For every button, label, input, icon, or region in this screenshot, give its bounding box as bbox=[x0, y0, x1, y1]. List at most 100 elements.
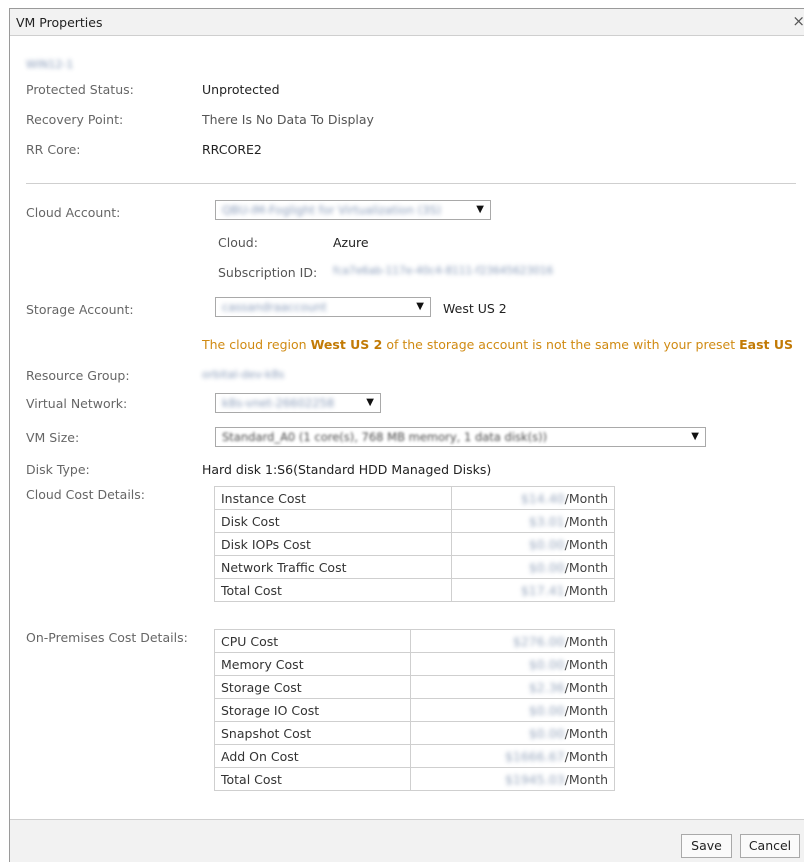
disk-type-value: Hard disk 1:S6(Standard HDD Managed Disk… bbox=[202, 462, 492, 477]
table-row: Disk Cost $3.01/Month bbox=[213, 509, 615, 533]
cost-amount: $17.41/Month bbox=[451, 578, 615, 602]
cost-unit: /Month bbox=[564, 513, 608, 529]
table-row: Storage Cost $2.36/Month bbox=[214, 675, 615, 699]
cost-unit: /Month bbox=[564, 702, 608, 718]
chevron-down-icon: ▼ bbox=[476, 204, 484, 215]
cost-amount: $3.01/Month bbox=[451, 509, 615, 533]
disk-type-label: Disk Type: bbox=[26, 462, 90, 477]
cost-unit: /Month bbox=[564, 725, 608, 741]
save-button[interactable]: Save bbox=[681, 834, 732, 858]
onprem-cost-details-label: On-Premises Cost Details: bbox=[26, 630, 188, 645]
cost-unit: /Month bbox=[564, 490, 608, 506]
table-row: Storage IO Cost $0.00/Month bbox=[214, 698, 615, 722]
cancel-button[interactable]: Cancel bbox=[740, 834, 800, 858]
table-row: Snapshot Cost $0.00/Month bbox=[214, 721, 615, 745]
cost-unit: /Month bbox=[564, 559, 608, 575]
virtual-network-label: Virtual Network: bbox=[26, 396, 128, 411]
cost-unit: /Month bbox=[564, 771, 608, 787]
cost-name: Total Cost bbox=[213, 578, 453, 602]
cost-name: CPU Cost bbox=[214, 629, 411, 653]
storage-account-select[interactable]: cassandraaccount ▼ bbox=[215, 297, 431, 317]
storage-region: West US 2 bbox=[443, 301, 507, 316]
resource-group-label: Resource Group: bbox=[26, 368, 130, 383]
protected-status-value: Unprotected bbox=[202, 82, 280, 97]
subscription-id-value: fca7e6ab-117e-40c4-8111-f23645623016 bbox=[333, 265, 554, 277]
cost-name: Network Traffic Cost bbox=[213, 555, 453, 579]
cost-amount-value: $0.00 bbox=[528, 725, 565, 741]
cost-name: Add On Cost bbox=[214, 744, 411, 768]
cost-amount: $0.00/Month bbox=[451, 555, 615, 579]
table-row: Total Cost $1945.03/Month bbox=[214, 767, 615, 791]
cost-amount-value: $2.36 bbox=[528, 679, 565, 695]
cost-amount-value: $1666.67 bbox=[504, 748, 565, 764]
cost-amount-value: $17.41 bbox=[520, 582, 565, 598]
vm-name: WIN12-1 bbox=[26, 58, 74, 71]
close-icon[interactable]: × bbox=[792, 12, 804, 30]
cost-name: Snapshot Cost bbox=[214, 721, 411, 745]
table-row: Add On Cost $1666.67/Month bbox=[214, 744, 615, 768]
cost-amount-value: $0.00 bbox=[528, 656, 565, 672]
cost-amount: $1666.67/Month bbox=[409, 744, 615, 768]
cost-name: Memory Cost bbox=[214, 652, 411, 676]
cost-amount: $1945.03/Month bbox=[409, 767, 615, 791]
table-row: Total Cost $17.41/Month bbox=[213, 578, 615, 602]
table-row: CPU Cost $276.00/Month bbox=[214, 629, 615, 653]
cost-name: Disk IOPs Cost bbox=[213, 532, 453, 556]
cost-name: Instance Cost bbox=[213, 486, 453, 510]
recovery-point-value: There Is No Data To Display bbox=[202, 112, 374, 127]
rr-core-label: RR Core: bbox=[26, 142, 81, 157]
cloud-account-select[interactable]: QBU-IM-Foglight for Virtualization (3S) … bbox=[215, 200, 491, 220]
vm-size-label: VM Size: bbox=[26, 430, 80, 445]
region-mismatch-warning: The cloud region West US 2 of the storag… bbox=[202, 337, 794, 352]
dialog-footer: Save Cancel bbox=[10, 819, 804, 862]
cost-amount-value: $0.00 bbox=[528, 702, 565, 718]
cost-amount-value: $0.00 bbox=[528, 536, 565, 552]
cost-amount: $276.00/Month bbox=[409, 629, 615, 653]
cost-amount-value: $3.01 bbox=[528, 513, 565, 529]
cost-amount: $2.36/Month bbox=[409, 675, 615, 699]
cost-name: Storage IO Cost bbox=[214, 698, 411, 722]
onprem-cost-table: CPU Cost $276.00/Month Memory Cost $0.00/Mo… bbox=[214, 629, 615, 791]
resource-group-value: orbital-dev-k8s bbox=[202, 368, 285, 381]
vm-size-select[interactable]: Standard_A0 (1 core(s), 768 MB memory, 1… bbox=[215, 427, 706, 447]
rr-core-value: RRCORE2 bbox=[202, 142, 262, 157]
cost-unit: /Month bbox=[564, 748, 608, 764]
chevron-down-icon: ▼ bbox=[416, 301, 424, 312]
table-row: Network Traffic Cost $0.00/Month bbox=[213, 555, 615, 579]
protected-status-label: Protected Status: bbox=[26, 82, 134, 97]
cost-unit: /Month bbox=[564, 536, 608, 552]
cost-unit: /Month bbox=[564, 633, 608, 649]
cloud-cost-details-label: Cloud Cost Details: bbox=[26, 487, 145, 502]
cost-unit: /Month bbox=[564, 582, 608, 598]
cost-amount-value: $0.00 bbox=[528, 559, 565, 575]
table-row: Disk IOPs Cost $0.00/Month bbox=[213, 532, 615, 556]
cost-amount: $14.40/Month bbox=[451, 486, 615, 510]
subscription-id-label: Subscription ID: bbox=[218, 265, 318, 280]
cost-amount-value: $14.40 bbox=[520, 490, 565, 506]
dialog-title: VM Properties bbox=[16, 15, 103, 30]
cost-unit: /Month bbox=[564, 679, 608, 695]
cost-name: Disk Cost bbox=[213, 509, 453, 533]
cost-unit: /Month bbox=[564, 656, 608, 672]
chevron-down-icon: ▼ bbox=[691, 431, 699, 442]
table-row: Instance Cost $14.40/Month bbox=[213, 486, 615, 510]
chevron-down-icon: ▼ bbox=[366, 397, 374, 408]
cost-name: Storage Cost bbox=[214, 675, 411, 699]
vm-properties-dialog: VM Properties × WIN12-1 Protected Status… bbox=[9, 8, 804, 862]
cost-amount: $0.00/Month bbox=[409, 652, 615, 676]
cloud-account-label: Cloud Account: bbox=[26, 205, 121, 220]
cost-amount: $0.00/Month bbox=[409, 721, 615, 745]
storage-account-label: Storage Account: bbox=[26, 302, 134, 317]
cloud-label: Cloud: bbox=[218, 235, 258, 250]
cost-name: Total Cost bbox=[214, 767, 411, 791]
cloud-value: Azure bbox=[333, 235, 369, 250]
cost-amount-value: $1945.03 bbox=[504, 771, 565, 787]
table-row: Memory Cost $0.00/Month bbox=[214, 652, 615, 676]
cost-amount: $0.00/Month bbox=[451, 532, 615, 556]
cloud-cost-table: Instance Cost $14.40/Month Disk Cost $3.01/… bbox=[213, 486, 615, 602]
virtual-network-select[interactable]: k8s-vnet-26602258 ▼ bbox=[215, 393, 381, 413]
recovery-point-label: Recovery Point: bbox=[26, 112, 124, 127]
divider bbox=[26, 183, 796, 184]
dialog-titlebar: VM Properties × bbox=[10, 9, 804, 36]
cost-amount: $0.00/Month bbox=[409, 698, 615, 722]
